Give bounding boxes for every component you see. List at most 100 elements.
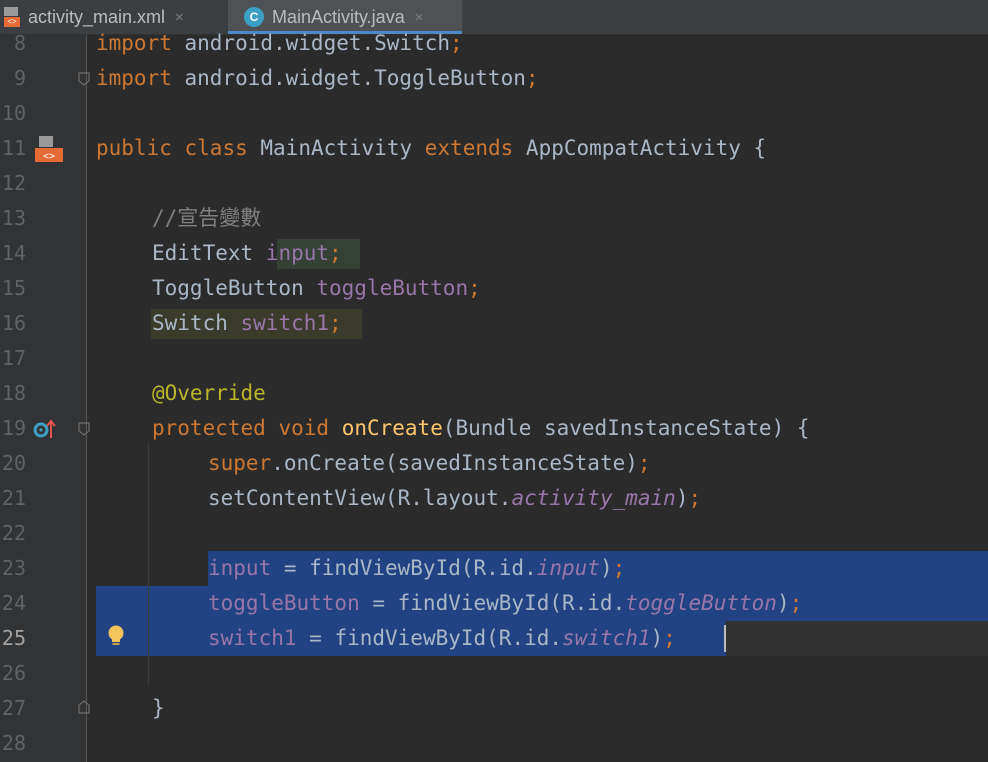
code-line-15[interactable]: ToggleButton toggleButton; <box>152 271 481 306</box>
line-number: 18 <box>1 381 26 405</box>
line-number: 19 <box>1 416 26 440</box>
keyword: class <box>184 136 248 160</box>
field-name: switch1 <box>240 311 330 335</box>
code-text: .onCreate(savedInstanceState) <box>271 451 638 475</box>
xml-layout-file-icon: <> <box>4 7 20 27</box>
code-line-27[interactable]: } <box>152 691 165 726</box>
static-field: input <box>536 556 600 580</box>
line-number: 8 <box>13 31 26 55</box>
java-class-c-icon: C <box>244 7 264 27</box>
semicolon: ; <box>688 486 702 510</box>
field-name: input <box>208 556 272 580</box>
keyword: import <box>96 31 172 55</box>
line-number: 9 <box>13 66 26 90</box>
line-number: 14 <box>1 241 26 265</box>
semicolon: ; <box>450 31 463 55</box>
field-name: toggleButton <box>316 276 469 300</box>
close-icon[interactable]: × <box>415 9 424 26</box>
class-name: MainActivity <box>260 136 413 160</box>
code-line-11[interactable]: public class MainActivity extends AppCom… <box>96 131 766 166</box>
keyword: super <box>208 451 272 475</box>
line-number: 22 <box>1 521 26 545</box>
code-text: ) <box>650 626 664 650</box>
code-text: android.widget.ToggleButton <box>171 66 526 90</box>
line-number: 23 <box>1 556 26 580</box>
annotation: @Override <box>152 381 266 405</box>
code-text: ) <box>776 591 790 615</box>
tab-label: MainActivity.java <box>272 6 405 27</box>
fold-marker-icon[interactable] <box>78 422 90 436</box>
type-name: Switch <box>152 311 241 335</box>
type-name: EditText <box>152 241 266 265</box>
semicolon: ; <box>789 591 803 615</box>
type-name: ToggleButton <box>152 276 317 300</box>
keyword: extends <box>424 136 514 160</box>
semicolon: ; <box>612 556 626 580</box>
line-number: 12 <box>1 171 26 195</box>
line-number: 26 <box>1 661 26 685</box>
svg-text:<>: <> <box>43 151 55 162</box>
lightbulb-intention-icon[interactable] <box>106 624 126 648</box>
line-number: 28 <box>1 731 26 755</box>
code-line-16[interactable]: Switch switch1; <box>152 306 342 341</box>
keyword: protected <box>152 416 266 440</box>
code-line-23[interactable]: input = findViewById(R.id.input); <box>208 551 625 586</box>
field-name: toggleButton <box>208 591 360 615</box>
keyword: void <box>278 416 330 440</box>
semicolon: ; <box>637 451 651 475</box>
gutter-divider <box>86 35 87 762</box>
method-name: onCreate <box>341 416 443 440</box>
code-line-13[interactable]: //宣告變數 <box>152 201 261 236</box>
line-number: 11 <box>1 136 26 160</box>
code-text: android.widget.Switch <box>171 31 451 55</box>
code-line-18[interactable]: @Override <box>152 376 266 411</box>
field-name: switch1 <box>208 626 297 650</box>
text-caret <box>724 625 726 652</box>
field-name: input <box>265 241 330 265</box>
static-field: switch1 <box>562 626 651 650</box>
static-field: toggleButton <box>625 591 777 615</box>
static-field: activity_main <box>511 486 676 510</box>
line-number: 15 <box>1 276 26 300</box>
line-number: 10 <box>1 101 26 125</box>
line-number: 21 <box>1 486 26 510</box>
code-text: setContentView(R.layout. <box>208 486 512 510</box>
line-number: 24 <box>1 591 26 615</box>
code-text: = findViewById(R.id. <box>359 591 626 615</box>
override-method-icon[interactable] <box>33 418 57 440</box>
semicolon: ; <box>329 241 342 265</box>
keyword: public <box>96 136 172 160</box>
tab-label: activity_main.xml <box>28 6 166 27</box>
fold-marker-icon[interactable] <box>78 700 90 714</box>
close-icon[interactable]: × <box>175 9 184 26</box>
line-number: 27 <box>1 696 26 720</box>
indent-guide <box>148 443 149 685</box>
line-number: 20 <box>1 451 26 475</box>
closing-brace: } <box>152 696 165 720</box>
code-text: (Bundle savedInstanceState) { <box>442 416 810 440</box>
code-line-20[interactable]: super.onCreate(savedInstanceState); <box>208 446 651 481</box>
code-text: = findViewById(R.id. <box>296 626 563 650</box>
code-line-14[interactable]: EditText input; <box>152 236 342 271</box>
code-line-19[interactable]: protected void onCreate(Bundle savedInst… <box>152 411 810 446</box>
semicolon: ; <box>663 626 676 650</box>
code-text: = findViewById(R.id. <box>271 556 537 580</box>
code-line-8[interactable]: import android.widget.Switch; <box>96 26 463 61</box>
code-line-25[interactable]: switch1 = findViewById(R.id.switch1); <box>208 621 676 656</box>
code-line-24[interactable]: toggleButton = findViewById(R.id.toggleB… <box>208 586 802 621</box>
semicolon: ; <box>468 276 481 300</box>
line-number: 16 <box>1 311 26 335</box>
line-number: 13 <box>1 206 26 230</box>
line-number-current: 25 <box>1 626 26 650</box>
code-line-9[interactable]: import android.widget.ToggleButton; <box>96 61 539 96</box>
code-text: AppCompatActivity { <box>513 136 767 160</box>
fold-marker-icon[interactable] <box>78 72 90 86</box>
code-text: ) <box>599 556 613 580</box>
layout-file-icon[interactable]: <> <box>35 136 63 162</box>
code-text: ) <box>675 486 689 510</box>
line-number: 17 <box>1 346 26 370</box>
comment: //宣告變數 <box>152 206 262 230</box>
semicolon: ; <box>329 311 342 335</box>
keyword: import <box>96 66 172 90</box>
code-line-21[interactable]: setContentView(R.layout.activity_main); <box>208 481 701 516</box>
